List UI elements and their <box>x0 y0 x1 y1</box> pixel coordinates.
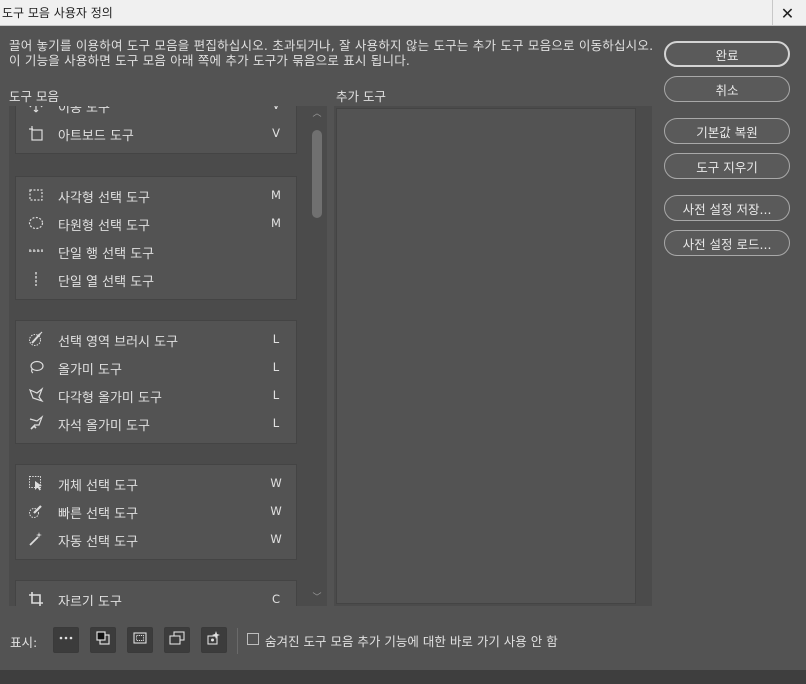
tool-item[interactable]: 타원형 선택 도구 M <box>16 209 296 237</box>
more-tools-button[interactable] <box>53 627 79 653</box>
tool-item[interactable]: 이동 도구 V <box>16 106 296 119</box>
screen-mode-icon <box>169 630 185 650</box>
magic-wand-icon <box>28 531 44 547</box>
clear-tools-button[interactable]: 도구 지우기 <box>664 153 790 179</box>
crop-icon <box>28 591 44 606</box>
window-bottom-edge <box>0 670 806 684</box>
tool-item[interactable]: 단일 열 선택 도구 <box>16 265 296 293</box>
tool-shortcut: W <box>270 504 282 518</box>
tool-name: 타원형 선택 도구 <box>58 219 150 234</box>
extra-tools-list[interactable] <box>334 106 652 606</box>
extra-tools-column-label: 추가 도구 <box>336 89 386 104</box>
more-icon <box>58 630 74 650</box>
foreground-background-button[interactable] <box>90 627 116 653</box>
quick-mask-icon <box>132 630 148 650</box>
tool-item[interactable]: 자르기 도구 C <box>16 585 296 606</box>
tool-item[interactable]: 단일 행 선택 도구 <box>16 237 296 265</box>
tool-name: 이동 도구 <box>58 106 110 116</box>
quick-select-icon <box>28 503 44 519</box>
tool-item[interactable]: 선택 영역 브러시 도구 L <box>16 325 296 353</box>
screen-mode-button[interactable] <box>164 627 190 653</box>
show-label: 표시: <box>10 635 38 650</box>
tool-item[interactable]: 자석 올가미 도구 L <box>16 409 296 437</box>
restore-defaults-button[interactable]: 기본값 복원 <box>664 118 790 144</box>
cancel-button[interactable]: 취소 <box>664 76 790 102</box>
single-row-icon <box>28 243 44 259</box>
scroll-thumb[interactable] <box>312 130 322 218</box>
tool-item[interactable]: 아트보드 도구 V <box>16 119 296 147</box>
scroll-down-icon[interactable]: ﹀ <box>311 592 323 604</box>
foreground-background-icon <box>95 630 111 650</box>
single-column-icon <box>28 271 44 287</box>
tool-item[interactable]: 자동 선택 도구 W <box>16 525 296 553</box>
lasso-icon <box>28 359 44 375</box>
tool-item[interactable]: 사각형 선택 도구 M <box>16 181 296 209</box>
polygonal-lasso-icon <box>28 387 44 403</box>
tool-shortcut: V <box>268 106 284 112</box>
move-icon <box>28 106 44 113</box>
tool-name: 빠른 선택 도구 <box>58 507 139 522</box>
ellipse-marquee-icon <box>28 215 44 231</box>
selection-brush-icon <box>28 331 44 347</box>
object-select-icon <box>28 475 44 491</box>
disable-shortcut-checkbox[interactable] <box>247 633 259 645</box>
tool-item[interactable]: 빠른 선택 도구 W <box>16 497 296 525</box>
toolbar-list[interactable]: 이동 도구 V 아트보드 도구 V 사각형 선택 도구 M 타원형 선택 도구 … <box>9 106 327 606</box>
quick-mask-button[interactable] <box>127 627 153 653</box>
tool-group-select[interactable]: 개체 선택 도구 W 빠른 선택 도구 W 자동 선택 도구 W <box>15 464 297 560</box>
tool-name: 단일 행 선택 도구 <box>58 247 155 262</box>
tool-name: 사각형 선택 도구 <box>58 191 150 206</box>
tool-name: 올가미 도구 <box>58 363 122 378</box>
tool-shortcut: V <box>272 126 280 140</box>
tool-item[interactable]: 개체 선택 도구 W <box>16 469 296 497</box>
load-preset-button[interactable]: 사전 설정 로드... <box>664 230 790 256</box>
tool-group-crop[interactable]: 자르기 도구 C <box>15 580 297 606</box>
tool-name: 단일 열 선택 도구 <box>58 275 155 290</box>
instructions-text: 끌어 놓기를 이용하여 도구 모음을 편집하십시오. 초과되거나, 잘 사용하지… <box>9 38 654 68</box>
tool-group-marquee[interactable]: 사각형 선택 도구 M 타원형 선택 도구 M 단일 행 선택 도구 단일 열 … <box>15 176 297 300</box>
tool-group-move[interactable]: 이동 도구 V 아트보드 도구 V <box>15 106 297 154</box>
toolbar-column-label: 도구 모음 <box>9 89 59 104</box>
tool-name: 다각형 올가미 도구 <box>58 391 162 406</box>
artboard-icon <box>28 125 44 141</box>
dialog-title: 도구 모음 사용자 정의 <box>2 6 113 20</box>
separator <box>237 628 238 654</box>
title-bar: 도구 모음 사용자 정의 ✕ <box>0 0 806 26</box>
tool-shortcut: M <box>271 216 281 230</box>
tool-shortcut: L <box>272 388 280 402</box>
tool-shortcut: M <box>271 188 281 202</box>
tool-name: 선택 영역 브러시 도구 <box>58 335 179 350</box>
tool-shortcut: L <box>272 416 280 430</box>
tool-name: 자석 올가미 도구 <box>58 419 150 434</box>
tool-shortcut: L <box>272 360 280 374</box>
toolbar-scrollbar[interactable]: ︿ ﹀ <box>307 106 327 606</box>
scroll-up-icon[interactable]: ︿ <box>311 108 323 120</box>
tool-name: 개체 선택 도구 <box>58 479 139 494</box>
tool-shortcut: W <box>270 476 282 490</box>
close-button[interactable]: ✕ <box>772 0 802 26</box>
tool-name: 자르기 도구 <box>58 595 122 606</box>
tool-group-lasso[interactable]: 선택 영역 브러시 도구 L 올가미 도구 L 다각형 올가미 도구 L 자석 … <box>15 320 297 444</box>
bottom-options-bar: 표시: 숨겨진 도구 모음 추가 기능에 대한 바로 가기 사용 안 함 <box>0 620 806 660</box>
tool-shortcut: C <box>271 592 281 606</box>
tool-item[interactable]: 다각형 올가미 도구 L <box>16 381 296 409</box>
done-button[interactable]: 완료 <box>664 41 790 67</box>
tool-item[interactable]: 올가미 도구 L <box>16 353 296 381</box>
edit-toolbar-button[interactable] <box>201 627 227 653</box>
save-preset-button[interactable]: 사전 설정 저장... <box>664 195 790 221</box>
tool-shortcut: W <box>270 532 282 546</box>
rect-marquee-icon <box>28 187 44 203</box>
edit-toolbar-icon <box>206 630 222 650</box>
magnetic-lasso-icon <box>28 415 44 431</box>
tool-name: 아트보드 도구 <box>58 129 134 144</box>
close-icon: ✕ <box>780 3 795 23</box>
extra-tools-drop-zone[interactable] <box>336 108 636 604</box>
tool-shortcut: L <box>272 332 280 346</box>
disable-shortcut-label[interactable]: 숨겨진 도구 모음 추가 기능에 대한 바로 가기 사용 안 함 <box>265 631 558 650</box>
tool-name: 자동 선택 도구 <box>58 535 139 550</box>
